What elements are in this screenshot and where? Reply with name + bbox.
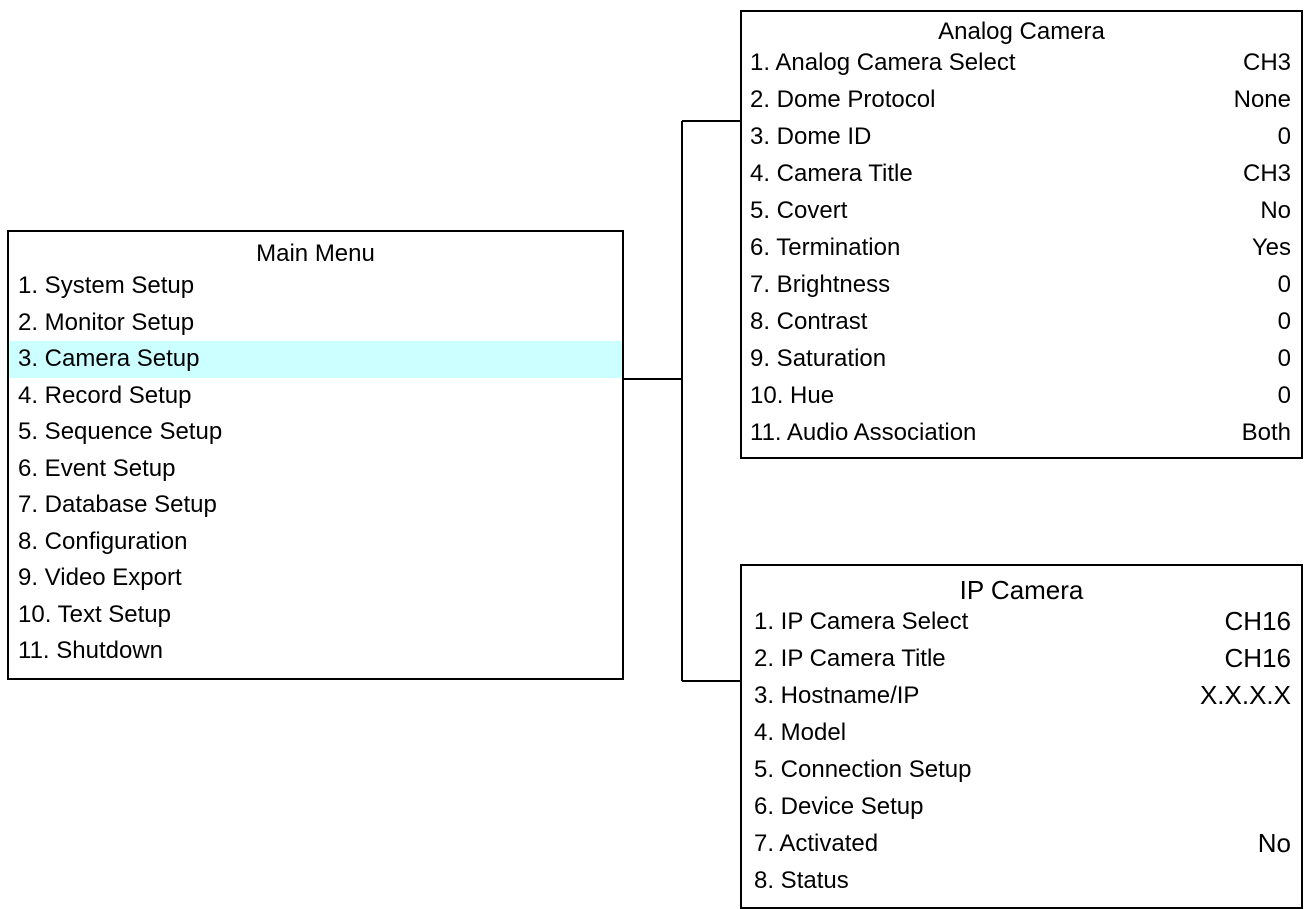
- analog-camera-title: Analog Camera: [938, 18, 1105, 45]
- ip-item-device-setup[interactable]: 6. Device Setup: [742, 788, 1301, 825]
- setting-label: 2. Dome Protocol: [750, 86, 936, 113]
- main-menu-item-database-setup[interactable]: 7. Database Setup: [9, 487, 622, 524]
- analog-item-dome-id[interactable]: 3. Dome ID 0: [742, 118, 1301, 155]
- setting-value: CH3: [1242, 160, 1291, 187]
- menu-item-label: 10. Text Setup: [18, 600, 171, 628]
- main-menu-item-monitor-setup[interactable]: 2. Monitor Setup: [9, 305, 622, 342]
- setting-label: 5. Connection Setup: [754, 756, 972, 783]
- menu-item-label: 9. Video Export: [18, 564, 182, 591]
- analog-item-brightness[interactable]: 7. Brightness 0: [742, 266, 1301, 303]
- setting-label: 1. IP Camera Select: [754, 608, 969, 635]
- menu-item-label: 7. Database Setup: [18, 491, 217, 518]
- ip-item-model[interactable]: 4. Model: [742, 714, 1301, 751]
- ip-item-connection-setup[interactable]: 5. Connection Setup: [742, 751, 1301, 788]
- main-menu-item-system-setup[interactable]: 1. System Setup: [9, 268, 622, 305]
- analog-item-hue[interactable]: 10. Hue 0: [742, 377, 1301, 414]
- ip-item-activated[interactable]: 7. Activated No: [742, 825, 1301, 862]
- analog-item-contrast[interactable]: 8. Contrast 0: [742, 303, 1301, 340]
- analog-item-saturation[interactable]: 9. Saturation 0: [742, 340, 1301, 377]
- ip-item-hostname[interactable]: 3. Hostname/IP X.X.X.X: [742, 677, 1301, 714]
- setting-label: 8. Contrast: [750, 308, 868, 335]
- main-menu-panel: Main Menu 1. System Setup 2. Monitor Set…: [7, 230, 624, 680]
- setting-value: 0: [1277, 308, 1291, 335]
- menu-item-label: 2. Monitor Setup: [18, 308, 195, 336]
- setting-label: 3. Hostname/IP: [754, 682, 920, 709]
- setting-label: 7. Activated: [754, 830, 879, 857]
- setting-value: 0: [1277, 271, 1291, 298]
- setting-label: 4. Model: [754, 719, 847, 746]
- menu-item-label: 6. Event Setup: [18, 454, 176, 482]
- setting-label: 6. Termination: [750, 234, 901, 261]
- analog-item-camera-select[interactable]: 1. Analog Camera Select CH3: [742, 44, 1301, 81]
- setting-value: No: [1257, 828, 1291, 858]
- setting-value: CH16: [1224, 643, 1291, 673]
- setting-label: 5. Covert: [750, 197, 848, 224]
- analog-item-covert[interactable]: 5. Covert No: [742, 192, 1301, 229]
- menu-item-label: 11. Shutdown: [18, 637, 163, 664]
- main-menu-title: Main Menu: [256, 240, 375, 267]
- setting-label: 11. Audio Association: [750, 419, 977, 446]
- main-menu-item-configuration[interactable]: 8. Configuration: [9, 524, 622, 561]
- analog-item-camera-title[interactable]: 4. Camera Title CH3: [742, 155, 1301, 192]
- setting-label: 1. Analog Camera Select: [750, 49, 1016, 76]
- ip-item-camera-title[interactable]: 2. IP Camera Title CH16: [742, 640, 1301, 677]
- setting-label: 8. Status: [754, 867, 849, 894]
- main-menu-item-event-setup[interactable]: 6. Event Setup: [9, 451, 622, 488]
- setting-value: None: [1233, 86, 1291, 113]
- menu-item-label: 1. System Setup: [18, 272, 195, 299]
- analog-item-audio-association[interactable]: 11. Audio Association Both: [742, 414, 1301, 451]
- menu-item-label: 8. Configuration: [18, 527, 188, 555]
- main-menu-item-sequence-setup[interactable]: 5. Sequence Setup: [9, 414, 622, 451]
- ip-item-status[interactable]: 8. Status: [742, 862, 1301, 899]
- setting-value: Both: [1241, 419, 1291, 446]
- analog-camera-panel: Analog Camera 1. Analog Camera Select CH3…: [740, 10, 1303, 459]
- setting-label: 9. Saturation: [750, 345, 887, 372]
- ip-camera-title: IP Camera: [959, 575, 1084, 605]
- main-menu-item-text-setup[interactable]: 10. Text Setup: [9, 597, 622, 634]
- analog-item-termination[interactable]: 6. Termination Yes: [742, 229, 1301, 266]
- setting-value: 0: [1277, 345, 1291, 372]
- menu-item-label: 5. Sequence Setup: [18, 418, 223, 445]
- setting-label: 6. Device Setup: [754, 793, 924, 820]
- menu-item-label: 3. Camera Setup: [18, 345, 200, 372]
- setting-label: 10. Hue: [750, 382, 835, 409]
- main-menu-item-shutdown[interactable]: 11. Shutdown: [9, 633, 622, 670]
- main-menu-item-camera-setup[interactable]: 3. Camera Setup: [9, 341, 622, 378]
- main-menu-item-record-setup[interactable]: 4. Record Setup: [9, 378, 622, 415]
- ip-camera-panel: IP Camera 1. IP Camera Select CH16 2. IP …: [740, 564, 1303, 909]
- setting-value: 0: [1277, 382, 1291, 409]
- analog-item-dome-protocol[interactable]: 2. Dome Protocol None: [742, 81, 1301, 118]
- menu-item-label: 4. Record Setup: [18, 381, 192, 409]
- setting-label: 3. Dome ID: [750, 123, 872, 150]
- ip-item-camera-select[interactable]: 1. IP Camera Select CH16: [742, 603, 1301, 640]
- setting-value: 0: [1277, 123, 1291, 150]
- main-menu-item-video-export[interactable]: 9. Video Export: [9, 560, 622, 597]
- setting-value: X.X.X.X: [1199, 680, 1291, 710]
- setting-label: 2. IP Camera Title: [754, 645, 946, 672]
- setting-label: 7. Brightness: [750, 271, 891, 298]
- setting-value: CH16: [1224, 606, 1291, 636]
- setting-value: Yes: [1251, 234, 1291, 261]
- setting-label: 4. Camera Title: [750, 160, 913, 187]
- setting-value: CH3: [1242, 49, 1291, 76]
- setting-value: No: [1260, 197, 1291, 224]
